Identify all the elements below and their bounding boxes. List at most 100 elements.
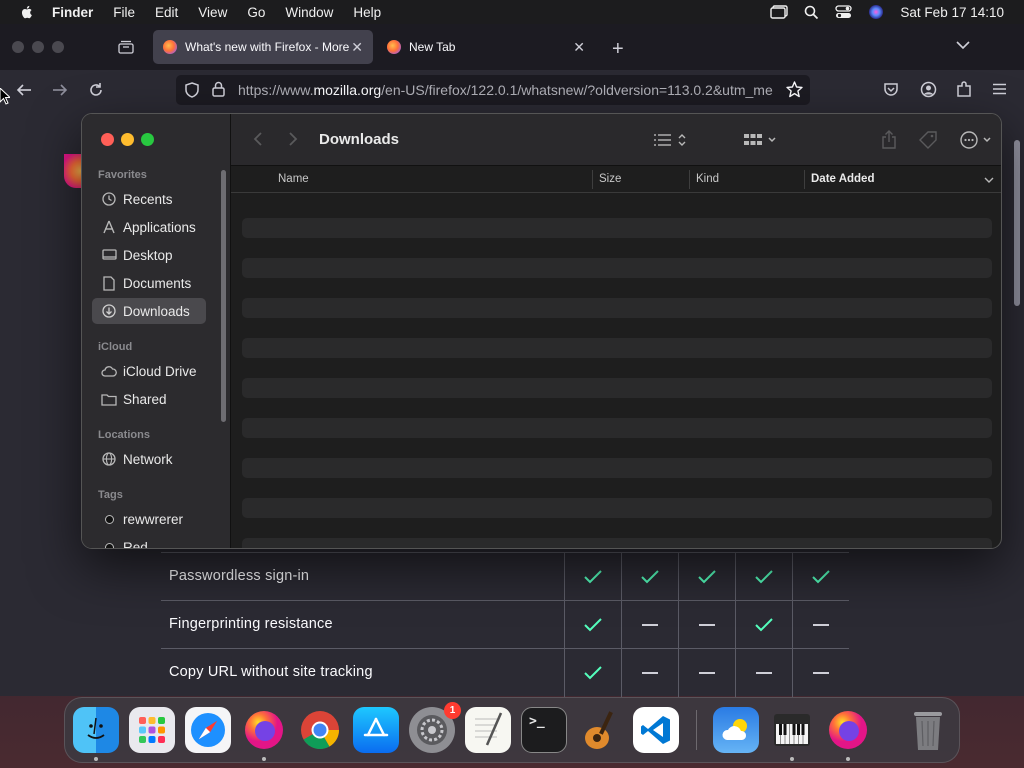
- hamburger-menu-icon[interactable]: [992, 83, 1007, 95]
- column-divider[interactable]: [592, 170, 593, 189]
- column-header-name[interactable]: Name: [278, 173, 309, 185]
- sidebar-item-shared[interactable]: Shared: [92, 386, 206, 412]
- account-icon[interactable]: [920, 81, 937, 98]
- dock-firefox-icon[interactable]: [241, 707, 287, 753]
- column-header-kind[interactable]: Kind: [696, 173, 719, 185]
- sidebar-item-label: Documents: [123, 275, 192, 291]
- check-icon: [564, 649, 621, 697]
- mouse-cursor-icon: [0, 88, 10, 105]
- table-row: Passwordless sign-in: [161, 552, 849, 601]
- menu-help[interactable]: Help: [353, 5, 381, 20]
- dock-firefox-icon[interactable]: [825, 707, 871, 753]
- dock-separator: [696, 710, 697, 750]
- finder-sidebar: Favorites Recents Applications Desktop D…: [82, 114, 231, 548]
- menu-go[interactable]: Go: [247, 5, 265, 20]
- reload-icon[interactable]: [88, 82, 104, 98]
- window-minimize-button[interactable]: [32, 41, 44, 53]
- forward-arrow-icon[interactable]: [52, 83, 68, 97]
- dock-trash-icon[interactable]: [905, 707, 951, 753]
- dock-finder-icon[interactable]: [73, 707, 119, 753]
- siri-icon[interactable]: [868, 4, 884, 20]
- column-header-date-added[interactable]: Date Added: [811, 173, 874, 185]
- pocket-icon[interactable]: [883, 82, 899, 97]
- zoom-button[interactable]: [141, 133, 154, 146]
- lock-icon[interactable]: [212, 81, 225, 97]
- close-tab-icon[interactable]: ✕: [573, 39, 585, 56]
- share-icon[interactable]: [881, 130, 897, 149]
- list-view-icon[interactable]: [653, 132, 689, 148]
- dock-chrome-icon[interactable]: [297, 707, 343, 753]
- column-divider[interactable]: [804, 170, 805, 189]
- menu-window[interactable]: Window: [285, 5, 333, 20]
- url-bar[interactable]: https://www.mozilla.org/en-US/firefox/12…: [176, 75, 810, 105]
- back-arrow-icon[interactable]: [16, 83, 32, 97]
- group-by-icon[interactable]: [743, 131, 779, 149]
- sidebar-scrollbar[interactable]: [221, 170, 226, 422]
- column-divider[interactable]: [689, 170, 690, 189]
- running-indicator: [94, 757, 98, 761]
- url-domain: mozilla.org: [313, 82, 382, 98]
- close-button[interactable]: [101, 133, 114, 146]
- firefox-view-icon[interactable]: [118, 40, 134, 54]
- sidebar-item-label: Applications: [123, 219, 196, 235]
- list-item-placeholder: [242, 458, 992, 478]
- spotlight-icon[interactable]: [804, 5, 819, 20]
- menu-file[interactable]: File: [113, 5, 135, 20]
- dock-system-settings-icon[interactable]: 1: [409, 702, 461, 753]
- list-tabs-chevron-icon[interactable]: [956, 40, 970, 50]
- forward-chevron-icon[interactable]: [288, 131, 298, 147]
- tab-whats-new[interactable]: What's new with Firefox - More ✕: [153, 30, 373, 64]
- window-zoom-button[interactable]: [52, 41, 64, 53]
- sidebar-item-network[interactable]: Network: [92, 446, 206, 472]
- menu-view[interactable]: View: [198, 5, 227, 20]
- menu-edit[interactable]: Edit: [155, 5, 178, 20]
- dock-textedit-icon[interactable]: [465, 707, 511, 753]
- minimize-button[interactable]: [121, 133, 134, 146]
- dock-app-store-icon[interactable]: [353, 707, 399, 753]
- dock-piano-icon[interactable]: [769, 707, 815, 753]
- sidebar-section-tags: Tags: [98, 489, 123, 501]
- check-icon: [564, 601, 621, 649]
- menubar-clock[interactable]: Sat Feb 17 14:10: [900, 5, 1004, 20]
- dock-launchpad-icon[interactable]: [129, 707, 175, 753]
- dock-safari-icon[interactable]: [185, 707, 231, 753]
- close-tab-icon[interactable]: ✕: [351, 39, 363, 56]
- new-tab-icon[interactable]: +: [612, 38, 624, 61]
- dash-icon: [621, 649, 678, 697]
- sidebar-item-documents[interactable]: Documents: [92, 270, 206, 296]
- firefox-nav-bar: https://www.mozilla.org/en-US/firefox/12…: [0, 70, 1024, 110]
- stage-manager-icon[interactable]: [770, 5, 789, 19]
- tab-new-tab[interactable]: New Tab ✕: [377, 30, 595, 64]
- dock-garageband-icon[interactable]: [577, 707, 623, 753]
- sidebar-item-tag-red[interactable]: Red: [92, 534, 206, 548]
- table-row: Copy URL without site tracking: [161, 648, 849, 697]
- url-text[interactable]: https://www.mozilla.org/en-US/firefox/12…: [238, 82, 778, 98]
- sidebar-item-icloud-drive[interactable]: iCloud Drive: [92, 358, 206, 384]
- menu-app-finder[interactable]: Finder: [52, 5, 93, 20]
- sidebar-item-desktop[interactable]: Desktop: [92, 242, 206, 268]
- check-icon: [735, 601, 792, 649]
- sidebar-item-downloads[interactable]: Downloads: [92, 298, 206, 324]
- sidebar-item-recents[interactable]: Recents: [92, 186, 206, 212]
- column-header-size[interactable]: Size: [599, 173, 621, 185]
- dock-weather-icon[interactable]: [713, 707, 759, 753]
- sidebar-item-tag-rewwrerer[interactable]: rewwrerer: [92, 506, 206, 532]
- tag-icon[interactable]: [918, 130, 938, 150]
- tracking-protection-shield-icon[interactable]: [185, 82, 199, 98]
- download-icon: [101, 303, 117, 319]
- back-chevron-icon[interactable]: [253, 131, 263, 147]
- bookmark-star-icon[interactable]: [786, 81, 803, 98]
- sort-chevron-down-icon[interactable]: [984, 175, 994, 187]
- window-close-button[interactable]: [12, 41, 24, 53]
- dock-vscode-icon[interactable]: [633, 707, 679, 753]
- apple-menu-icon[interactable]: [19, 4, 35, 20]
- more-actions-icon[interactable]: [960, 131, 996, 149]
- extensions-puzzle-icon[interactable]: [956, 81, 972, 98]
- sidebar-item-applications[interactable]: Applications: [92, 214, 206, 240]
- dock-terminal-icon[interactable]: >_: [521, 707, 567, 753]
- page-scrollbar[interactable]: [1014, 140, 1020, 306]
- sidebar-item-label: Shared: [123, 391, 167, 407]
- list-item-placeholder: [242, 298, 992, 318]
- list-item-placeholder: [242, 218, 992, 238]
- control-center-icon[interactable]: [835, 5, 853, 19]
